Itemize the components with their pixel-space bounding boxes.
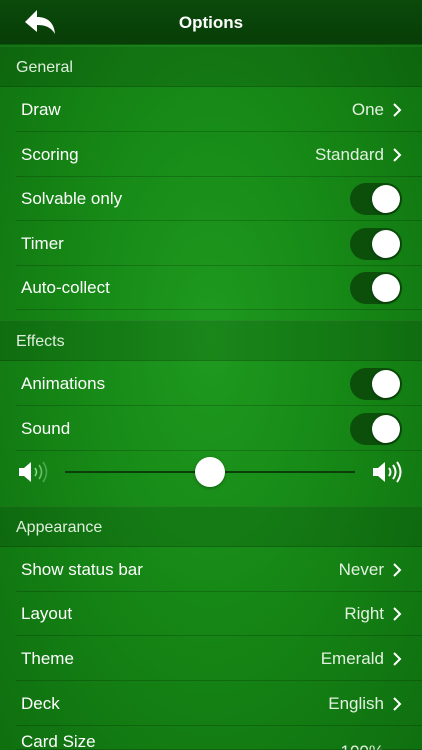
theme-value: Emerald [320,648,384,668]
chevron-right-icon [393,147,402,162]
scoring-row[interactable]: Scoring Standard [0,132,422,177]
timer-label: Timer [21,233,64,253]
draw-value: One [351,99,384,119]
show-status-bar-row[interactable]: Show status bar Never [0,547,422,592]
page-title: Options [178,13,244,32]
auto-collect-label: Auto-collect [21,277,110,297]
section-header-effects: Effects [0,320,422,361]
timer-toggle[interactable] [350,227,402,260]
chevron-right-icon [393,606,402,621]
chevron-right-icon [393,102,402,117]
draw-row[interactable]: Draw One [0,87,422,132]
card-size-row: Card Size 100% [0,726,422,750]
sound-toggle[interactable] [350,412,402,445]
animations-label: Animations [21,373,106,393]
solvable-only-toggle[interactable] [350,182,402,215]
auto-collect-row: Auto-collect [0,265,422,310]
layout-row[interactable]: Layout Right [0,591,422,636]
toggle-knob [372,184,400,213]
auto-collect-toggle[interactable] [350,271,402,304]
section-header-appearance: Appearance [0,506,422,547]
sound-label: Sound [21,418,71,438]
card-size-label: Card Size [21,732,96,750]
deck-value: English [328,693,384,713]
theme-label: Theme [21,648,74,668]
timer-row: Timer [0,221,422,266]
solvable-only-row: Solvable only [0,176,422,221]
volume-row [0,450,422,495]
card-size-value: 100% [341,742,384,750]
layout-value: Right [344,603,384,623]
toggle-knob [372,414,400,443]
draw-label: Draw [21,99,61,119]
show-status-bar-label: Show status bar [21,559,143,579]
chevron-right-icon [393,562,402,577]
speaker-high-icon [373,461,402,483]
chevron-right-icon [393,651,402,666]
scoring-label: Scoring [21,144,79,164]
chevron-right-icon [393,696,402,711]
speaker-low-icon [19,461,48,483]
layout-label: Layout [21,603,73,623]
theme-row[interactable]: Theme Emerald [0,636,422,681]
animations-row: Animations [0,361,422,406]
toggle-knob [372,273,400,302]
animations-toggle[interactable] [350,367,402,400]
volume-slider-knob[interactable] [195,457,225,487]
navigation-bar: Options [0,0,422,45]
toggle-knob [372,369,400,398]
solvable-only-label: Solvable only [21,188,123,208]
section-header-general: General [0,46,422,87]
deck-row[interactable]: Deck English [0,681,422,726]
deck-label: Deck [21,693,60,713]
toggle-knob [372,229,400,258]
show-status-bar-value: Never [338,559,384,579]
scoring-value: Standard [315,144,384,164]
sound-row: Sound [0,406,422,451]
